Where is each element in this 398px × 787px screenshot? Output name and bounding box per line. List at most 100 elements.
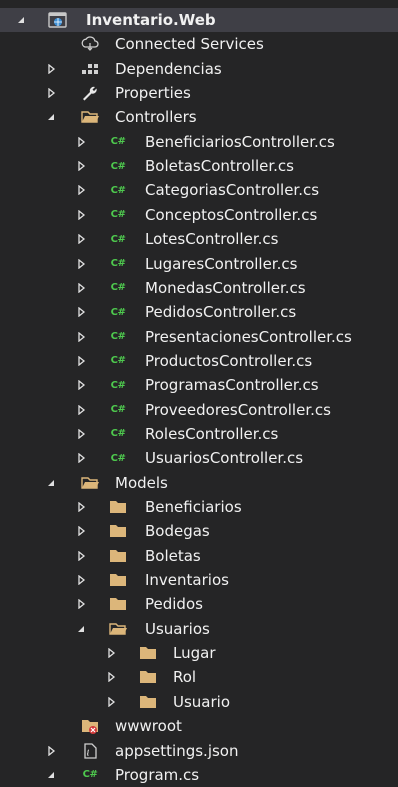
tree-item-label: Dependencias — [115, 59, 222, 78]
tree-item[interactable]: Inventarios — [0, 568, 398, 592]
expanded-arrow-icon[interactable] — [74, 617, 88, 641]
tree-item[interactable]: Usuario — [0, 690, 398, 714]
collapsed-arrow-icon[interactable] — [104, 690, 118, 714]
collapsed-arrow-icon[interactable] — [74, 373, 88, 397]
tree-item[interactable]: C# CategoriasController.cs — [0, 178, 398, 202]
collapsed-arrow-icon[interactable] — [74, 544, 88, 568]
tree-item[interactable]: C# BeneficiariosController.cs — [0, 130, 398, 154]
tree-item-label: Lugar — [173, 644, 216, 663]
tree-item[interactable]: wwwroot — [0, 714, 398, 738]
collapsed-arrow-icon[interactable] — [74, 154, 88, 178]
tree-item-label: Boletas — [145, 546, 201, 565]
expanded-arrow-icon[interactable] — [44, 763, 58, 787]
folder-icon — [138, 693, 158, 711]
collapsed-arrow-icon[interactable] — [104, 641, 118, 665]
collapsed-arrow-icon[interactable] — [74, 398, 88, 422]
folder-icon — [138, 668, 158, 686]
tree-item[interactable]: Rol — [0, 665, 398, 689]
csharp-file-icon: C# — [110, 404, 126, 416]
tree-item[interactable]: C# LotesController.cs — [0, 227, 398, 251]
tree-item-label: ProgramasController.cs — [145, 376, 319, 395]
tree-item[interactable]: C# ProgramasController.cs — [0, 373, 398, 397]
tree-item[interactable]: Controllers — [0, 105, 398, 129]
collapsed-arrow-icon[interactable] — [44, 57, 58, 81]
csharp-file-icon: C# — [110, 331, 126, 343]
tree-item[interactable]: C# ProductosController.cs — [0, 349, 398, 373]
tree-item-label: Beneficiarios — [145, 498, 242, 516]
tree-item[interactable]: C# BoletasController.cs — [0, 154, 398, 178]
tree-item[interactable]: C# RolesController.cs — [0, 422, 398, 446]
tree-item-label: PresentacionesController.cs — [145, 327, 352, 346]
collapsed-arrow-icon[interactable] — [74, 349, 88, 373]
tree-item-label: LotesController.cs — [145, 230, 279, 249]
collapsed-arrow-icon[interactable] — [104, 665, 118, 689]
tree-item-label: MonedasController.cs — [145, 278, 306, 297]
tree-item[interactable]: appsettings.json — [0, 739, 398, 763]
tree-item[interactable]: Models — [0, 471, 398, 495]
tree-item[interactable]: C# MonedasController.cs — [0, 276, 398, 300]
tree-item-label: ConceptosController.cs — [145, 205, 318, 224]
tree-item-label: Usuario — [173, 692, 231, 711]
json-file-icon — [80, 742, 100, 760]
collapsed-arrow-icon[interactable] — [74, 203, 88, 227]
connected-services-icon — [80, 35, 100, 53]
csharp-file-icon: C# — [110, 306, 126, 318]
tree-item[interactable]: Inventario.Web — [0, 8, 398, 32]
csharp-file-icon: C# — [110, 355, 126, 367]
collapsed-arrow-icon[interactable] — [74, 568, 88, 592]
folder-icon — [108, 571, 128, 589]
collapsed-arrow-icon[interactable] — [74, 519, 88, 543]
collapsed-arrow-icon[interactable] — [44, 81, 58, 105]
wwwroot-icon — [80, 717, 100, 735]
collapsed-arrow-icon[interactable] — [74, 227, 88, 251]
tree-item[interactable]: C# PedidosController.cs — [0, 300, 398, 324]
collapsed-arrow-icon[interactable] — [44, 739, 58, 763]
tree-item[interactable]: C# PresentacionesController.cs — [0, 325, 398, 349]
tree-item[interactable]: Usuarios — [0, 617, 398, 641]
tree-item[interactable]: C# LugaresController.cs — [0, 252, 398, 276]
csharp-file-icon: C# — [110, 428, 126, 440]
tree-item[interactable]: Dependencias — [0, 57, 398, 81]
tree-item-label: wwwroot — [115, 717, 182, 736]
collapsed-arrow-icon[interactable] — [74, 276, 88, 300]
csharp-file-icon: C# — [110, 209, 126, 221]
csharp-file-icon: C# — [110, 160, 126, 172]
folder-open-icon — [108, 620, 128, 638]
tree-item[interactable]: Lugar — [0, 641, 398, 665]
tree-item-label: Bodegas — [145, 522, 210, 541]
tree-item[interactable]: Properties — [0, 81, 398, 105]
collapsed-arrow-icon[interactable] — [74, 495, 88, 519]
tree-item[interactable]: C# UsuariosController.cs — [0, 446, 398, 470]
csharp-file-icon: C# — [82, 769, 98, 781]
tree-item-label: Models — [115, 473, 168, 492]
tree-item-label: LugaresController.cs — [145, 254, 298, 273]
dependencies-icon — [80, 60, 100, 78]
collapsed-arrow-icon[interactable] — [74, 130, 88, 154]
folder-icon — [108, 595, 128, 613]
collapsed-arrow-icon[interactable] — [74, 325, 88, 349]
folder-icon — [138, 644, 158, 662]
collapsed-arrow-icon[interactable] — [74, 300, 88, 324]
tree-item-label: BoletasController.cs — [145, 157, 294, 176]
collapsed-arrow-icon[interactable] — [74, 592, 88, 616]
web-project-icon — [48, 11, 68, 29]
expanded-arrow-icon[interactable] — [44, 105, 58, 129]
csharp-file-icon: C# — [110, 452, 126, 464]
tree-item[interactable]: Beneficiarios — [0, 495, 398, 519]
tree-item[interactable]: C# ProveedoresController.cs — [0, 398, 398, 422]
tree-item-label: Rol — [173, 668, 197, 687]
tree-item[interactable]: Boletas — [0, 544, 398, 568]
expanded-arrow-icon[interactable] — [44, 471, 58, 495]
tree-item[interactable]: Bodegas — [0, 519, 398, 543]
tree-item[interactable]: C# ConceptosController.cs — [0, 203, 398, 227]
collapsed-arrow-icon[interactable] — [74, 422, 88, 446]
tree-item[interactable]: Connected Services — [0, 32, 398, 56]
collapsed-arrow-icon[interactable] — [74, 446, 88, 470]
collapsed-arrow-icon[interactable] — [74, 252, 88, 276]
expanded-arrow-icon[interactable] — [14, 8, 28, 32]
folder-open-icon — [80, 474, 100, 492]
collapsed-arrow-icon[interactable] — [74, 178, 88, 202]
tree-item[interactable]: C# Program.cs — [0, 763, 398, 787]
tree-item-label: Controllers — [115, 108, 197, 127]
tree-item[interactable]: Pedidos — [0, 592, 398, 616]
